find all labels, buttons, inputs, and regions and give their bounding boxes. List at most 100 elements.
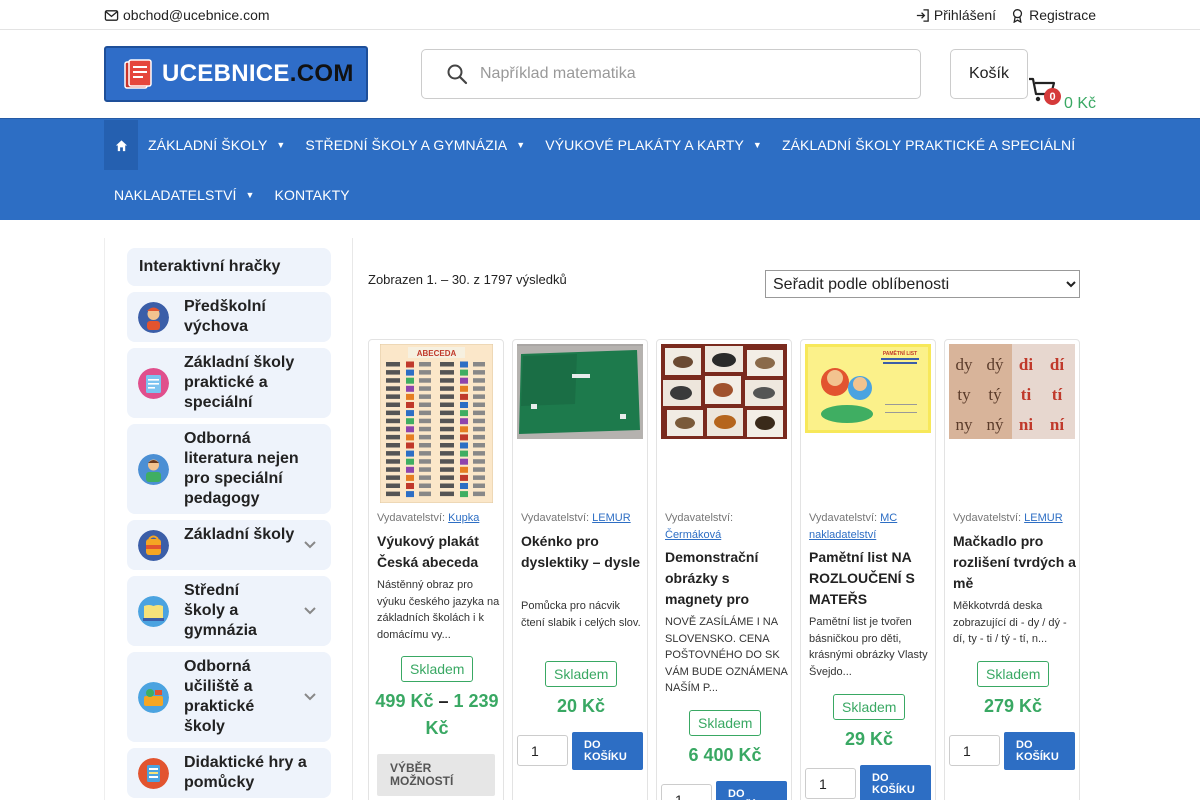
syllable-text: tý [988,385,1002,404]
product-card[interactable]: Vydavatelství: LEMUR Okénko pro dyslekti… [512,339,648,800]
nav-stredni-skoly[interactable]: STŘEDNÍ ŠKOLY A GYMNÁZIA ▼ [295,120,535,170]
add-to-cart-button[interactable]: Do košíku [860,765,931,800]
chevron-down-icon[interactable] [303,606,317,616]
caret-down-icon: ▼ [276,140,286,150]
register-link[interactable]: Registrace [1010,7,1096,23]
sidebar-item-zs-prakticke[interactable]: Základní školy praktické a speciální [127,348,331,418]
search-icon [447,64,468,85]
email-text: obchod@ucebnice.com [123,7,270,23]
product-description: Nástěnný obraz pro výuku českého jazyka … [377,579,500,641]
syllable-text: ný [987,415,1005,434]
reading-window-image[interactable] [517,344,643,439]
certificate-heading: PAMĚTNÍ LIST [883,349,917,357]
header: UCEBNICE.COM Košík 0 0 Kč [0,30,1200,118]
teacher-icon [138,454,169,485]
search-box[interactable] [421,49,921,99]
cart-label: Košík [968,65,1009,82]
notebook-icon [138,368,169,399]
login-label: Přihlášení [933,7,997,23]
main-navigation: ZÁKLADNÍ ŠKOLY ▼ STŘEDNÍ ŠKOLY A GYMNÁZIA… [0,118,1200,220]
chevron-down-icon[interactable] [303,692,317,702]
product-description: Pamětní list je tvořen básničkou pro dět… [809,616,928,678]
sidebar-item-didakticke-hry[interactable]: Didaktické hry a pomůcky [127,748,331,798]
publisher: Vydavatelství: LEMUR [953,512,1063,524]
add-to-cart-button[interactable]: Do košíku [572,732,643,770]
login-icon [916,8,929,22]
add-to-cart-button[interactable]: Do košíku [716,781,787,800]
cart-total[interactable]: 0 Kč [1064,95,1096,113]
product-price: 29 Kč [844,729,894,749]
tools-icon [138,682,169,713]
cart-button[interactable]: Košík [950,49,1028,99]
publisher-link[interactable]: LEMUR [592,512,631,524]
select-options-button[interactable]: Výběr možností [377,754,495,796]
publisher: Vydavatelství: Kupka [377,512,480,524]
product-card[interactable]: PAMĚTNÍ LIST Vydavatelství: MC nakladate… [800,339,936,800]
register-label: Registrace [1029,7,1096,23]
sidebar-item-odborna-uciliste[interactable]: Odborná učiliště a praktické školy [127,652,331,742]
nav-kontakty[interactable]: KONTAKTY [265,170,360,220]
alphabet-poster-image[interactable]: ABECEDA [380,344,493,503]
stock-badge: Skladem [689,710,762,736]
product-title[interactable]: Pamětní list NA ROZLOUČENÍ S MATEŘS [809,547,933,610]
farewell-certificate-image[interactable]: PAMĚTNÍ LIST [805,344,931,433]
caret-down-icon: ▼ [245,190,255,200]
publisher-link[interactable]: Kupka [448,512,479,524]
sort-select[interactable]: Seřadit podle oblíbenosti [765,270,1080,298]
nav-home[interactable] [104,120,138,170]
result-count: Zobrazen 1. – 30. z 1797 výsledků [368,272,567,287]
product-price: 20 Kč [556,696,606,716]
learning-cards-icon [138,758,169,789]
nav-nakladatelstvi[interactable]: NAKLADATELSTVÍ ▼ [104,170,265,220]
quantity-input[interactable]: 1 [517,735,568,766]
syllable-board-image[interactable]: dy dý di dí ty tý ti tí ny ný ni ní [949,344,1075,439]
product-price: 6 400 Kč [688,745,762,765]
sidebar-item-odborna-literatura[interactable]: Odborná literatura nejen pro speciální p… [127,424,331,514]
schoolbag-icon [138,530,169,561]
sidebar-item-stredni-skoly[interactable]: Střední školy a gymnázia [127,576,331,646]
nav-zs-prakticke[interactable]: ZÁKLADNÍ ŠKOLY PRAKTICKÉ A SPECIÁLNÍ [772,120,1085,170]
quantity-input[interactable]: 1 [949,735,1000,766]
publisher-link[interactable]: LEMUR [1024,512,1063,524]
product-price: 279 Kč [983,696,1043,716]
sidebar-item-interaktivni-hracky[interactable]: Interaktivní hračky [127,248,331,286]
category-sidebar: Interaktivní hračky Předškolní výchova Z… [104,238,353,800]
top-bar: obchod@ucebnice.com Přihlášení Registrac… [0,0,1200,30]
product-title[interactable]: Okénko pro dyslektiky – dysle [521,531,645,573]
stock-badge: Skladem [977,661,1050,687]
quantity-input[interactable]: 1 [805,768,856,799]
preschool-child-icon [138,302,169,333]
animal-cards-image[interactable] [661,344,787,439]
syllable-text: ny [956,415,974,434]
cart-count-badge: 0 [1044,88,1061,105]
product-title[interactable]: Výukový plakát Česká abeceda [377,531,501,573]
sidebar-item-zakladni-skoly[interactable]: Základní školy [127,520,331,570]
product-card[interactable]: dy dý di dí ty tý ti tí ny ný ni ní Vydavatelství: … [944,339,1080,800]
search-input[interactable] [480,65,880,83]
home-icon [115,139,127,151]
sidebar-item-predskolni-vychova[interactable]: Předškolní výchova [127,292,331,342]
login-link[interactable]: Přihlášení [915,7,996,23]
stock-badge: Skladem [401,656,474,682]
syllable-text: dy [956,355,974,374]
product-card[interactable]: Vydavatelství: Čermáková Demonstrační ob… [656,339,792,800]
stock-badge: Skladem [545,661,618,687]
product-price: 499 Kč – 1 239 Kč [375,691,499,738]
poster-heading: ABECEDA [417,349,457,358]
publisher-link[interactable]: Čermáková [665,529,721,541]
product-card[interactable]: ABECEDA Vydavatelství: Kupka Výukový pla… [368,339,504,800]
caret-down-icon: ▼ [516,140,526,150]
nav-zakladni-skoly[interactable]: ZÁKLADNÍ ŠKOLY ▼ [138,120,295,170]
logo-text: UCEBNICE.COM [162,60,354,87]
product-title[interactable]: Mačkadlo pro rozlišení tvrdých a mě [953,531,1077,594]
chevron-down-icon[interactable] [303,540,317,550]
email-link[interactable]: obchod@ucebnice.com [104,7,270,23]
syllable-text: tí [1052,385,1063,404]
book-logo-icon [124,59,152,89]
product-title[interactable]: Demonstrační obrázky s magnety pro [665,547,789,610]
nav-vyukove-plakaty[interactable]: VÝUKOVÉ PLAKÁTY A KARTY ▼ [535,120,772,170]
quantity-input[interactable]: 1 [661,784,712,800]
add-to-cart-button[interactable]: Do košíku [1004,732,1075,770]
site-logo[interactable]: UCEBNICE.COM [104,46,368,102]
syllable-text: ti [1021,385,1032,404]
